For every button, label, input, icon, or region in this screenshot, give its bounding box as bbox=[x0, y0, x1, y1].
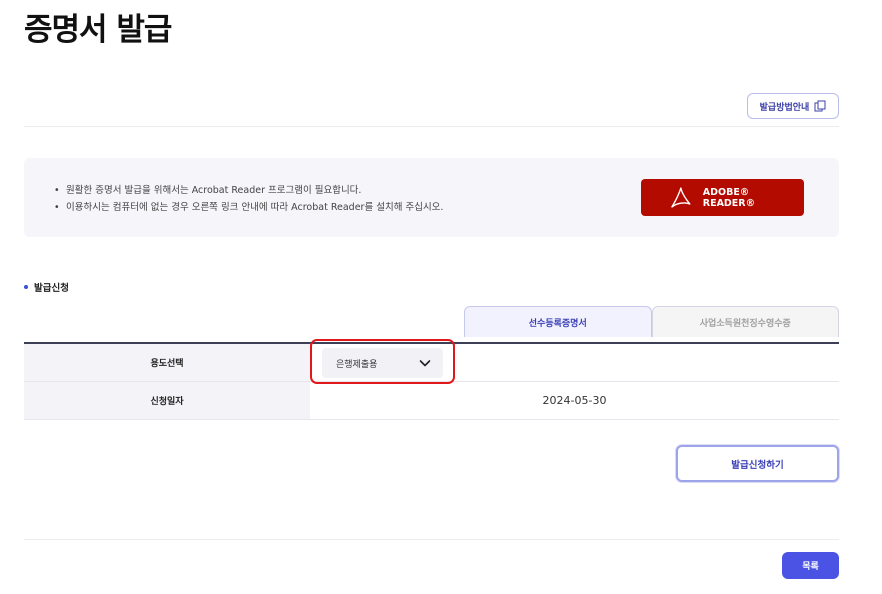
form-row-purpose: 용도선택 은행제출용 bbox=[24, 344, 839, 382]
notice-box: 원활한 증명서 발급을 위해서는 Acrobat Reader 프로그램이 필요… bbox=[24, 158, 839, 237]
adobe-reader-button[interactable]: ADOBE® READER® bbox=[641, 179, 804, 216]
page-title: 증명서 발급 bbox=[24, 12, 172, 48]
notice-item: 원활한 증명서 발급을 위해서는 Acrobat Reader 프로그램이 필요… bbox=[54, 182, 443, 199]
apply-issuance-button[interactable]: 발급신청하기 bbox=[676, 445, 839, 482]
form-row-date: 신청일자 2024-05-30 bbox=[24, 382, 839, 420]
top-divider bbox=[24, 126, 839, 127]
notice-list: 원활한 증명서 발급을 위해서는 Acrobat Reader 프로그램이 필요… bbox=[54, 182, 443, 216]
section-label: 발급신청 bbox=[24, 280, 69, 294]
purpose-label: 용도선택 bbox=[24, 344, 310, 381]
purpose-select[interactable]: 은행제출용 bbox=[322, 348, 443, 378]
application-date-value-cell: 2024-05-30 bbox=[310, 382, 839, 419]
adobe-button-label: ADOBE® READER® bbox=[702, 186, 756, 209]
notice-item: 이용하시는 컴퓨터에 없는 경우 오른쪽 링크 안내에 따라 Acrobat R… bbox=[54, 199, 443, 216]
application-form: 용도선택 은행제출용 신청일자 2024-05-30 bbox=[24, 339, 839, 420]
section-label-text: 발급신청 bbox=[34, 283, 69, 294]
chevron-down-icon bbox=[419, 360, 431, 367]
application-date-label: 신청일자 bbox=[24, 382, 310, 419]
purpose-value: 은행제출용 bbox=[310, 344, 839, 381]
tab-business-income-withholding-receipt[interactable]: 사업소득원천징수영수증 bbox=[651, 306, 839, 337]
adobe-acrobat-icon bbox=[671, 186, 691, 208]
bottom-divider bbox=[24, 539, 839, 540]
list-button[interactable]: 목록 bbox=[782, 552, 839, 579]
tab-player-registration-certificate[interactable]: 선수등록증명서 bbox=[464, 306, 652, 337]
application-date-value: 2024-05-30 bbox=[542, 394, 607, 407]
copy-document-icon bbox=[814, 100, 826, 112]
bullet-dot-icon bbox=[24, 285, 28, 289]
guide-button-label: 발급방법안내 bbox=[759, 102, 810, 113]
issuance-guide-button[interactable]: 발급방법안내 bbox=[747, 93, 839, 119]
certificate-tabs: 선수등록증명서 사업소득원천징수영수증 bbox=[464, 306, 839, 337]
purpose-select-value: 은행제출용 bbox=[336, 359, 378, 370]
